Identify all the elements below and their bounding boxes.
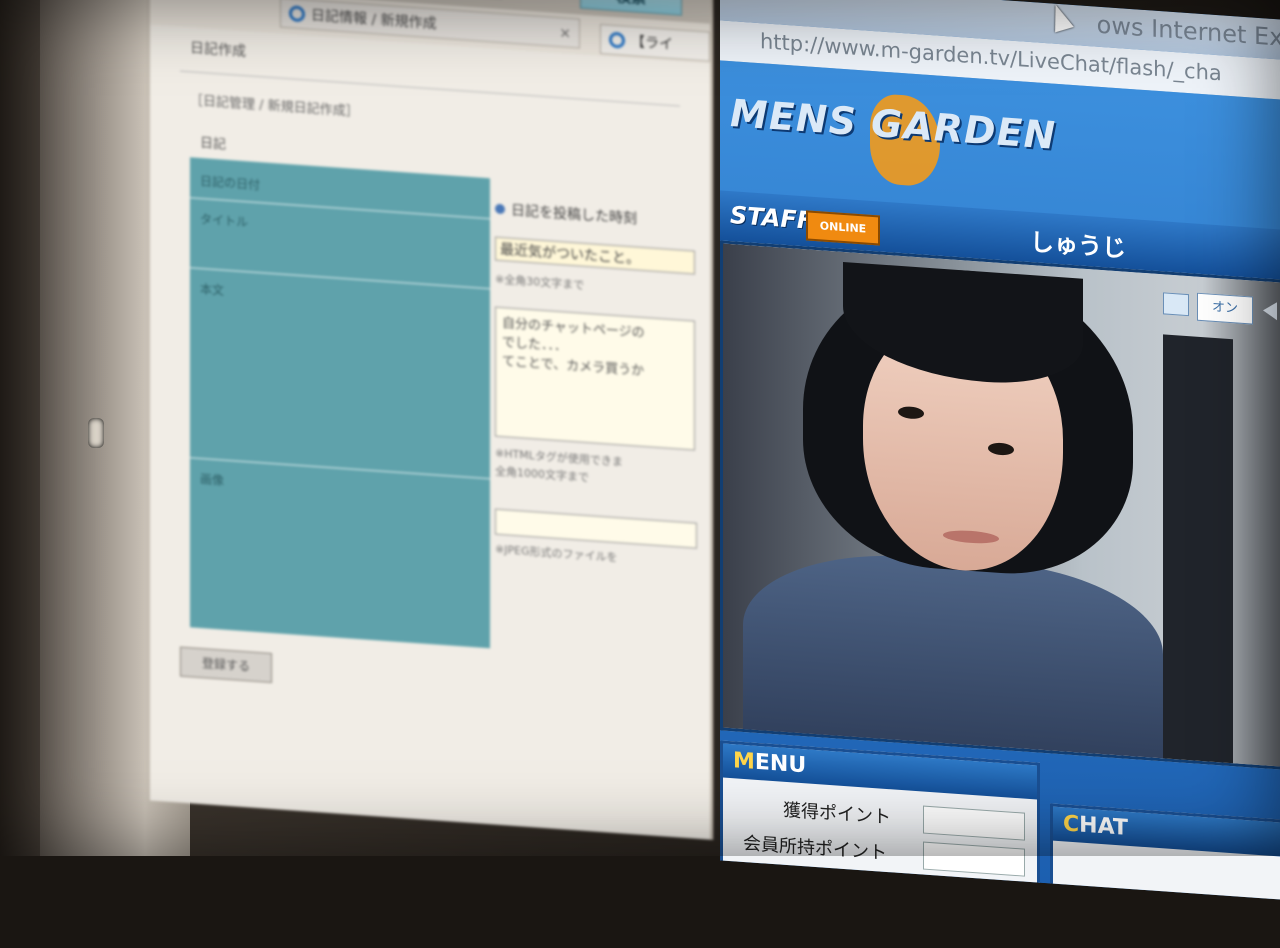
staff-name: しゅうじ [1030, 228, 1126, 263]
camera-icon[interactable] [1163, 292, 1189, 317]
menu-title-rest: ENU [754, 749, 807, 779]
menu-title: MENU [723, 743, 1037, 800]
chat-title: CHAT [1053, 806, 1280, 860]
tab-label: 【ライ [631, 34, 673, 54]
form-heading: 日記 [200, 135, 227, 153]
left-browser-window: 検索 日記情報 / 新規作成 × 【ライ 日記作成 ［日記管理 / 新規日記作成… [150, 0, 713, 840]
speaker-icon[interactable] [1263, 301, 1277, 321]
title-note: ※全角30文字まで [495, 272, 585, 292]
form-fields: 日記を投稿した時刻 最近気がついたこと。 ※全角30文字まで 自分のチャットペー… [495, 178, 705, 664]
page-title: 日記作成 [190, 40, 246, 61]
close-icon[interactable]: × [559, 18, 571, 49]
video-stream[interactable]: オン [720, 240, 1280, 773]
row-divider [190, 267, 490, 290]
ie-icon [289, 5, 305, 23]
menu-row-member-points: 会員所持ポイント [743, 832, 887, 865]
title-input[interactable]: 最近気がついたこと。 [495, 236, 695, 275]
staff-label: STAFF [730, 201, 814, 235]
right-browser-window: ows Internet Explo http://www.m-garden.t… [720, 0, 1280, 903]
menu-title-initial: M [733, 748, 755, 775]
chat-title-rest: HAT [1079, 812, 1128, 841]
member-points-field [923, 841, 1025, 877]
video-door [1163, 334, 1233, 770]
label-image: 画像 [200, 471, 225, 488]
label-body: 本文 [200, 281, 225, 298]
chat-title-initial: C [1063, 811, 1080, 838]
cursor-icon [1046, 1, 1074, 33]
tab-live[interactable]: 【ライ [600, 23, 710, 62]
body-textarea[interactable]: 自分のチャットページの でした．．． てことで、カメラ買うか [495, 306, 695, 451]
label-title: タイトル [200, 211, 249, 230]
radio-post-time[interactable]: 日記を投稿した時刻 [495, 199, 637, 229]
search-button[interactable]: 検索 [580, 0, 682, 16]
camera-toggle-button[interactable]: オン [1197, 292, 1253, 325]
radio-dot [495, 203, 505, 215]
submit-button[interactable]: 登録する [180, 646, 272, 684]
row-divider [190, 457, 490, 480]
screen-area: 検索 日記情報 / 新規作成 × 【ライ 日記作成 ［日記管理 / 新規日記作成… [0, 0, 1280, 946]
label-date: 日記の日付 [200, 173, 261, 193]
upload-note: ※JPEG形式のファイルを [495, 542, 618, 565]
tab-label: 日記情報 / 新規作成 [311, 7, 437, 33]
ie-icon [609, 31, 625, 49]
form-label-column: 日記の日付 タイトル 本文 画像 [190, 157, 490, 649]
chat-page: MENS GARDEN STAFF ONLINE しゅうじ オン MENU 獲得… [720, 60, 1280, 903]
menu-panel: MENU 獲得ポイント 会員所持ポイント [720, 740, 1040, 893]
breadcrumb: ［日記管理 / 新規日記作成］ [190, 93, 359, 121]
chat-panel: CHAT [1050, 803, 1280, 903]
radio-label: 日記を投稿した時刻 [511, 202, 637, 228]
earned-points-field [923, 805, 1025, 841]
menu-row-earned-points: 獲得ポイント [783, 799, 891, 829]
left-page: 日記作成 ［日記管理 / 新規日記作成］ 日記 日記の日付 タイトル 本文 画像… [150, 24, 710, 840]
online-badge: ONLINE [806, 210, 880, 246]
